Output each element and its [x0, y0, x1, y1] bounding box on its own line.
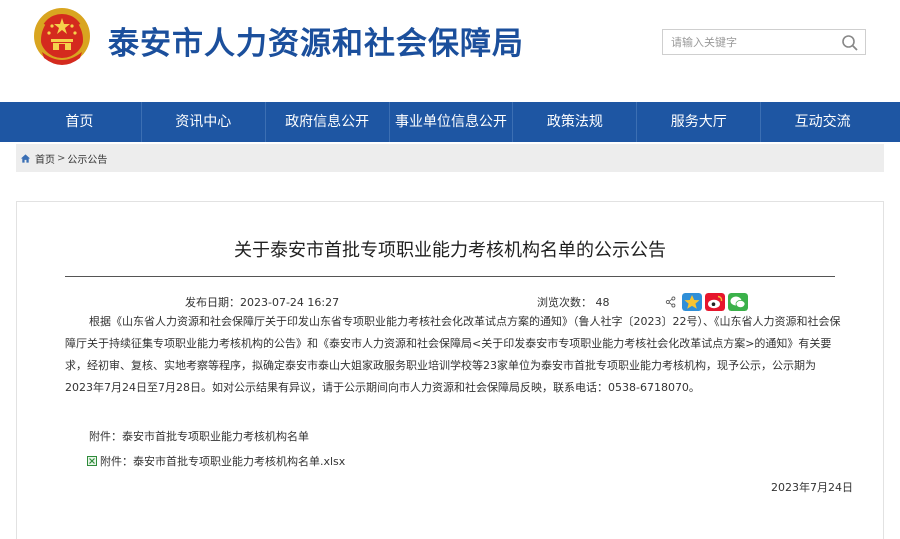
attachment-label: 附件：泰安市首批专项职业能力考核机构名单: [89, 430, 309, 443]
article-panel: 关于泰安市首批专项职业能力考核机构名单的公示公告 发布日期：2023-07-24…: [16, 201, 884, 539]
xls-icon: [87, 456, 97, 466]
signature-date: 2023年7月24日: [771, 481, 853, 494]
attachment-file: 附件：泰安市首批专项职业能力考核机构名单.xlsx: [87, 453, 345, 469]
site-title: 泰安市人力资源和社会保障局: [108, 26, 524, 62]
wechat-icon[interactable]: [728, 293, 748, 311]
search-input[interactable]: [671, 33, 831, 51]
attachment-download-link[interactable]: 附件：泰安市首批专项职业能力考核机构名单.xlsx: [100, 453, 345, 469]
share-bar: [665, 292, 748, 312]
share-icon[interactable]: [665, 293, 679, 311]
nav-item-gov-info[interactable]: 政府信息公开: [264, 102, 389, 142]
title-divider: [65, 276, 835, 277]
breadcrumb-current-link[interactable]: 公示公告: [67, 151, 107, 166]
nav-item-interaction[interactable]: 互动交流: [760, 102, 884, 142]
nav-list: 首页 资讯中心 政府信息公开 事业单位信息公开 政策法规 服务大厅 互动交流: [18, 102, 884, 142]
breadcrumb-separator: >: [57, 152, 66, 164]
nav-item-institution-info[interactable]: 事业单位信息公开: [388, 102, 513, 142]
nav-item-service-hall[interactable]: 服务大厅: [636, 102, 760, 142]
site-header: 泰安市人力资源和社会保障局: [0, 0, 900, 102]
search-box: [662, 29, 866, 55]
article-body: 根据《山东省人力资源和社会保障厅关于印发山东省专项职业能力考核社会化改革试点方案…: [65, 315, 841, 394]
breadcrumb-home-link[interactable]: 首页: [35, 151, 55, 166]
nav-item-policy[interactable]: 政策法规: [512, 102, 636, 142]
emblem-icon: [34, 8, 90, 65]
nav-item-news[interactable]: 资讯中心: [140, 102, 265, 142]
nav-item-home[interactable]: 首页: [18, 102, 141, 142]
search-icon[interactable]: [841, 34, 859, 52]
weibo-icon[interactable]: [705, 293, 725, 311]
home-icon: [20, 153, 31, 163]
breadcrumb: 首页 > 公示公告: [16, 144, 884, 172]
article-title: 关于泰安市首批专项职业能力考核机构名单的公示公告: [234, 240, 666, 261]
publish-date: 发布日期：2023-07-24 16:27: [185, 296, 340, 309]
main-nav: 首页 资讯中心 政府信息公开 事业单位信息公开 政策法规 服务大厅 互动交流: [0, 102, 900, 142]
view-count: 浏览次数： 48: [537, 296, 610, 309]
qzone-icon[interactable]: [682, 293, 702, 311]
